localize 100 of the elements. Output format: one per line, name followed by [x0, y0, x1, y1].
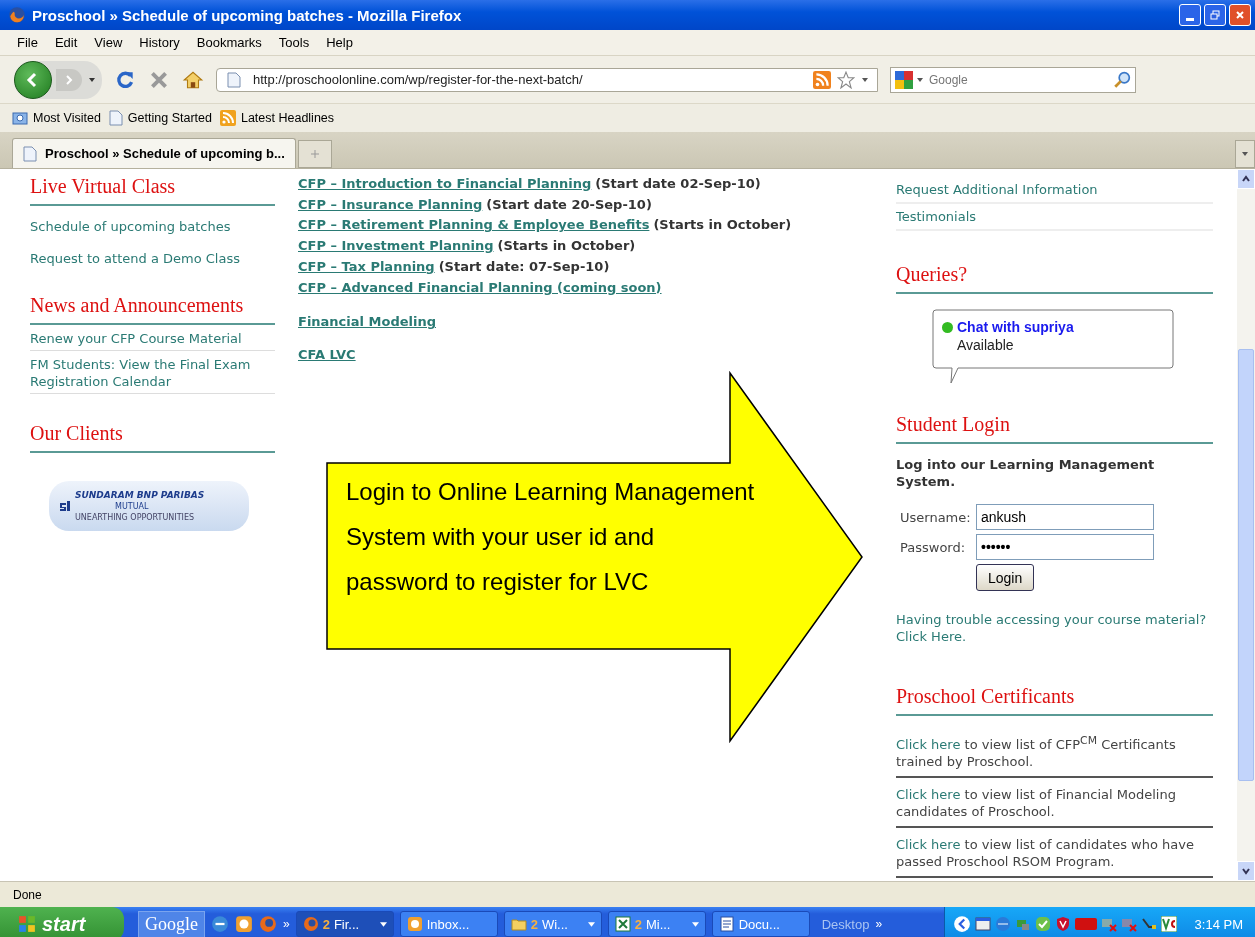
- scrollbar[interactable]: [1237, 169, 1255, 881]
- window-icon[interactable]: [974, 916, 991, 932]
- section-heading: Queries?: [896, 263, 1213, 294]
- caret-icon[interactable]: [88, 75, 96, 84]
- more-icon-text[interactable]: »: [283, 917, 290, 931]
- caret-icon[interactable]: [861, 75, 869, 84]
- course-link[interactable]: Financial Modeling: [298, 314, 873, 330]
- section-heading: Proschool Certificants: [896, 685, 1213, 716]
- vc-app-icon[interactable]: [1160, 916, 1177, 932]
- help-link[interactable]: Having trouble accessing your course material? Click Here.: [896, 611, 1213, 645]
- course-link[interactable]: CFP – Retirement Planning & Employee Benefits: [298, 217, 650, 233]
- sidebar-link[interactable]: Request to attend a Demo Class: [30, 251, 275, 266]
- click-here-link[interactable]: Click here: [896, 787, 961, 803]
- close-button[interactable]: [1229, 4, 1251, 26]
- spreadsheet-icon: [614, 916, 631, 932]
- login-intro: Log into our Learning Management System.: [896, 456, 1156, 490]
- firefox-icon: [8, 6, 26, 24]
- bookmark-item[interactable]: Most Visited: [12, 110, 101, 126]
- network-disconnected-icon[interactable]: [1100, 916, 1117, 932]
- scroll-up-button[interactable]: [1237, 169, 1255, 189]
- logo-tagline: UNEARTHING OPPORTUNITIES: [75, 511, 195, 523]
- logo-text: MUTUAL: [114, 500, 150, 512]
- clock: 3:14 PM: [1194, 916, 1243, 932]
- chevron-up-icon: [1241, 174, 1251, 184]
- menu-item[interactable]: Tools: [278, 35, 310, 50]
- menu-item[interactable]: Edit: [54, 35, 78, 50]
- menu-item[interactable]: View: [94, 35, 123, 50]
- more-icon-text[interactable]: »: [875, 917, 883, 931]
- minimize-icon: [1186, 17, 1194, 21]
- folder-icon: [510, 916, 527, 932]
- restore-icon: [1210, 10, 1220, 20]
- bookmark-item[interactable]: Getting Started: [108, 110, 212, 126]
- minimize-button[interactable]: [1179, 4, 1201, 26]
- click-here-link[interactable]: Click here: [896, 737, 961, 753]
- checkmark-shield-icon[interactable]: [1034, 916, 1051, 932]
- news-link[interactable]: FM Students: View the Final Exam Registration Calendar: [30, 351, 275, 394]
- section-heading: Live Virtual Class: [30, 175, 275, 206]
- client-logo[interactable]: SUNDARAM BNP PARIBAS MUTUAL UNEARTHING OPPORTUNITIES: [49, 481, 249, 531]
- sidebar-link[interactable]: Testimonials: [896, 204, 1213, 231]
- search-engine-icon[interactable]: [895, 70, 913, 89]
- status-text: Done: [13, 887, 42, 902]
- course-date: (Starts in October): [653, 217, 792, 233]
- back-button[interactable]: [14, 60, 52, 99]
- start-button[interactable]: start: [0, 907, 124, 937]
- logo-text: SUNDARAM BNP PARIBAS: [75, 489, 205, 501]
- menu-item[interactable]: File: [17, 35, 38, 50]
- bookmark-item[interactable]: Latest Headlines: [219, 110, 335, 126]
- menu-item[interactable]: Help: [326, 35, 353, 50]
- mail-icon: [406, 916, 423, 932]
- course-date: (Starts in October): [497, 238, 636, 254]
- chevron-down-icon: [1241, 866, 1251, 876]
- taskbar-button[interactable]: 2 Fir...: [295, 911, 394, 937]
- url-text: http://proschoolonline.com/wp/register-for-the-next-batch/: [252, 72, 584, 87]
- shield-icon[interactable]: [1054, 916, 1071, 932]
- browser-tab[interactable]: Proschool » Schedule of upcoming b...: [12, 138, 296, 168]
- callout-text: Login to Online Learning Management System with your user id and password to register for LVC: [346, 477, 756, 597]
- scroll-thumb[interactable]: [1238, 349, 1254, 781]
- taskbar-button[interactable]: 2 Mi...: [607, 911, 706, 937]
- page-icon: [23, 145, 37, 162]
- menu-item[interactable]: Bookmarks: [196, 35, 262, 50]
- plus-icon: [309, 149, 320, 159]
- address-bar[interactable]: http://proschoolonline.com/wp/register-for-the-next-batch/: [216, 67, 878, 92]
- firefox-icon[interactable]: [259, 915, 277, 933]
- firefox-icon: [302, 916, 319, 932]
- usb-device-icon[interactable]: [1140, 916, 1157, 932]
- rss-feed-icon: [219, 110, 236, 126]
- click-here-link[interactable]: Click here: [896, 837, 961, 853]
- course-date: (Start date 20-Sep-10): [486, 196, 652, 212]
- star-icon[interactable]: [837, 70, 855, 89]
- username-field[interactable]: ankush: [976, 504, 1154, 530]
- login-button[interactable]: Login: [976, 564, 1035, 591]
- search-icon[interactable]: [1113, 70, 1131, 89]
- search-bar[interactable]: Google: [890, 66, 1136, 93]
- taskbar-button[interactable]: Inbox...: [399, 911, 498, 937]
- course-link[interactable]: CFP – Introduction to Financial Planning: [298, 176, 592, 191]
- logo-mark-icon: [59, 500, 71, 512]
- restore-button[interactable]: [1204, 4, 1226, 26]
- course-link[interactable]: CFA LVC: [298, 347, 873, 363]
- course-date: (Start date: 07-Sep-10): [438, 258, 610, 274]
- news-link[interactable]: Renew your CFP Course Material: [30, 325, 275, 351]
- chat-link[interactable]: Chat with supriya: [957, 319, 1074, 335]
- course-date: (Start date 02-Sep-10): [595, 176, 761, 191]
- menu-item[interactable]: History: [139, 35, 180, 50]
- scroll-down-button[interactable]: [1237, 861, 1255, 881]
- taskbar-button[interactable]: 2 Wi...: [503, 911, 602, 937]
- rss-feed-icon[interactable]: [813, 70, 831, 89]
- sidebar-link[interactable]: Schedule of upcoming batches: [30, 219, 275, 234]
- username-label: Username:: [900, 509, 972, 525]
- sidebar-link[interactable]: Request Additional Information: [896, 177, 1213, 204]
- password-label: Password:: [900, 539, 967, 555]
- taskbar-button[interactable]: Docu...: [711, 911, 810, 937]
- course-link[interactable]: CFP – Insurance Planning: [298, 196, 483, 212]
- course-link[interactable]: CFP – Advanced Financial Planning (coming soon): [298, 279, 662, 295]
- caret-icon[interactable]: [916, 75, 924, 84]
- desktop-toolbar-label: Desktop: [821, 916, 870, 932]
- course-link[interactable]: CFP – Tax Planning: [298, 258, 435, 274]
- course-link[interactable]: CFP – Investment Planning: [298, 238, 494, 254]
- password-field[interactable]: ••••••: [976, 534, 1154, 560]
- mail-icon[interactable]: [235, 915, 253, 933]
- search-deskbar[interactable]: Google: [138, 910, 205, 937]
